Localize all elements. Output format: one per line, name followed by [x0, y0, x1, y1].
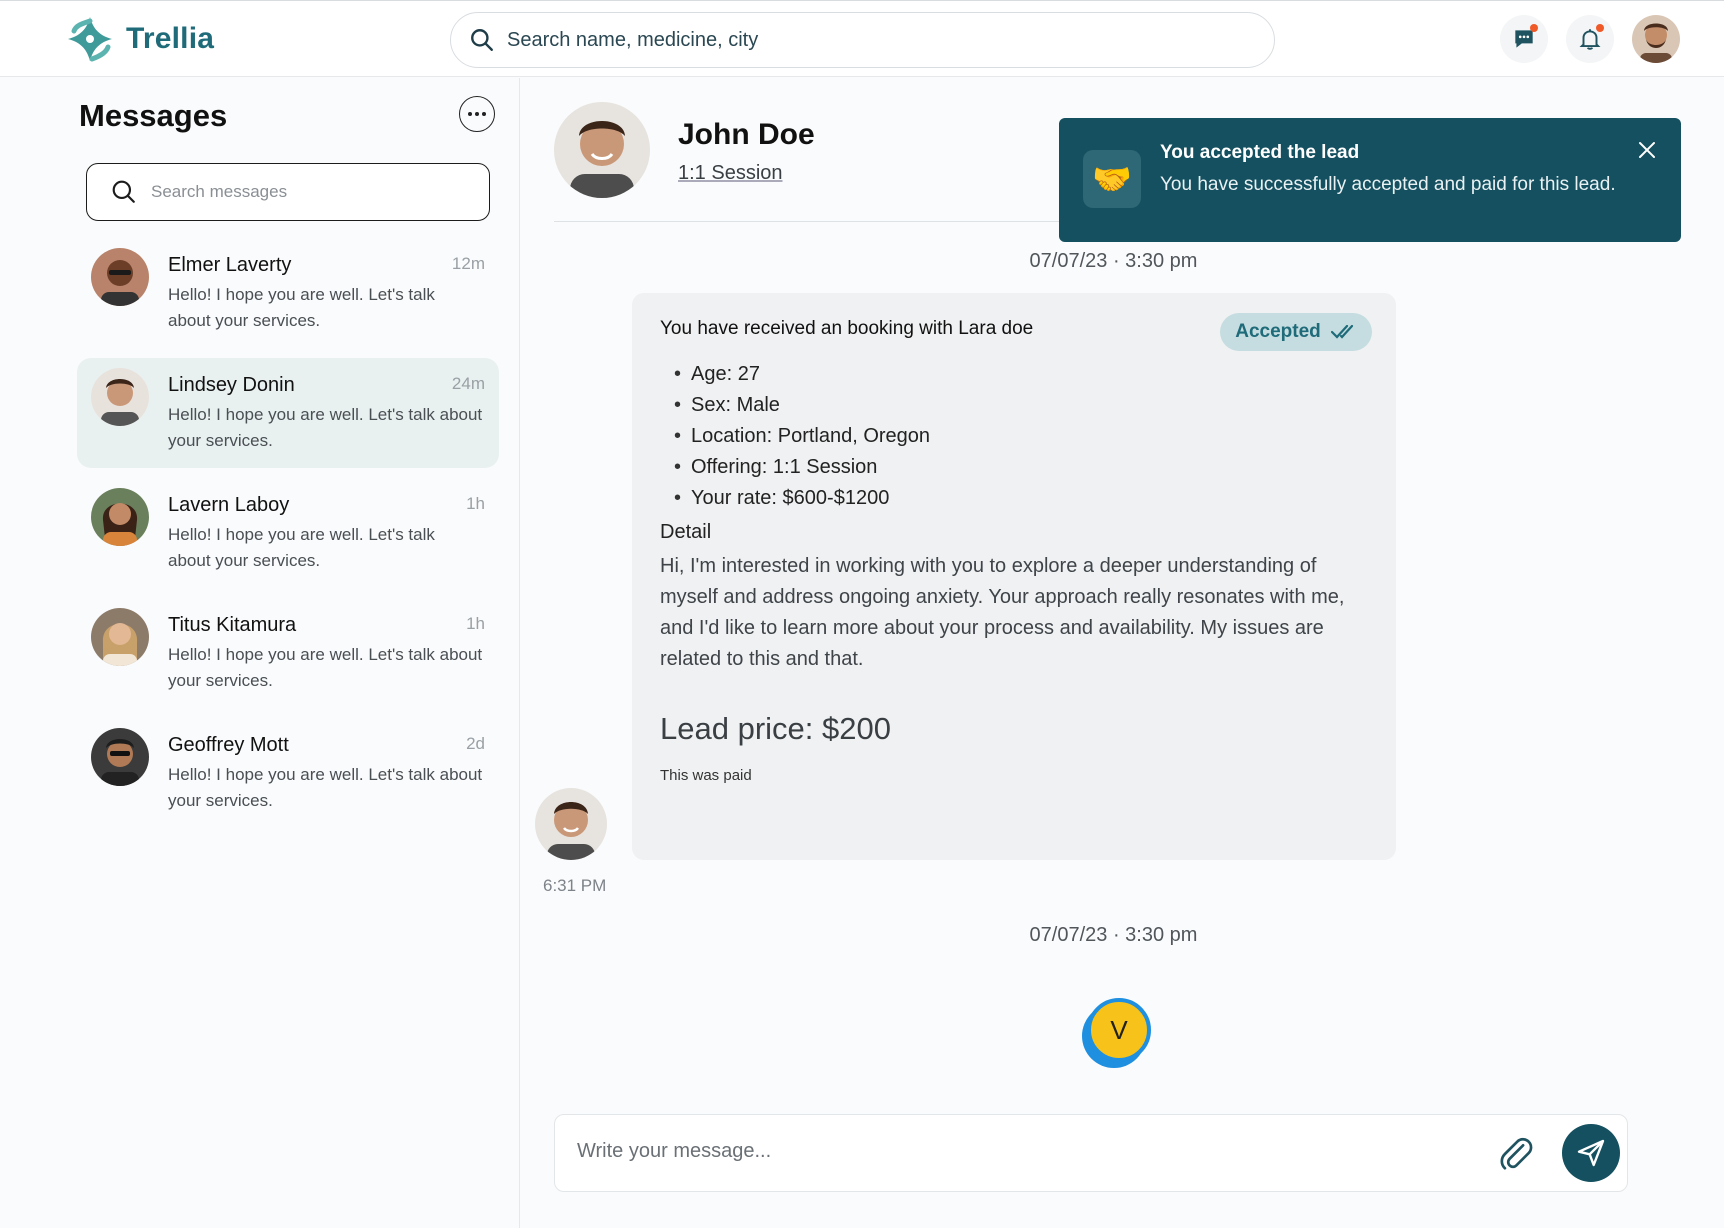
message-time: 1h	[466, 614, 485, 633]
toast-body: You have successfully accepted and paid …	[1160, 174, 1616, 195]
message-preview: Hello! I hope you are well. Let's talk a…	[168, 525, 435, 570]
detail-heading: Detail	[660, 521, 712, 543]
logo-icon	[68, 17, 112, 62]
user-avatar[interactable]	[1632, 15, 1680, 63]
top-bar: Trellia Search name, medicine, city	[0, 0, 1724, 77]
notification-dot	[1596, 24, 1604, 32]
status-label: Accepted	[1235, 321, 1321, 342]
double-check-icon	[1330, 324, 1353, 339]
send-button[interactable]	[1562, 1124, 1620, 1182]
contact-name: Titus Kitamura	[168, 614, 297, 636]
message-preview: Hello! I hope you are well. Let's talk a…	[168, 285, 435, 330]
app-name: Trellia	[126, 22, 215, 55]
search-icon	[471, 29, 493, 51]
detail-location: Location: Portland, Oregon	[674, 421, 930, 452]
lead-price: Lead price: $200	[660, 711, 891, 746]
message-composer[interactable]: Write your message...	[554, 1114, 1628, 1192]
conversation-item[interactable]: Elmer Laverty 12m Hello! I hope you are …	[77, 238, 499, 348]
paperclip-icon[interactable]	[1497, 1135, 1535, 1173]
message-search-input[interactable]: Search messages	[86, 163, 490, 221]
unread-dot	[1530, 24, 1538, 32]
contact-name: Lavern Laboy	[168, 494, 290, 516]
contact-name: Geoffrey Mott	[168, 734, 289, 756]
search-icon	[112, 180, 135, 203]
conversation-item[interactable]: Titus Kitamura 1h Hello! I hope you are …	[77, 598, 499, 708]
conversation-list: Elmer Laverty 12m Hello! I hope you are …	[77, 238, 499, 838]
chat-panel: John Doe 1:1 Session 07/07/23 · 3:30 pm …	[521, 78, 1724, 1228]
message-preview: Hello! I hope you are well. Let's talk a…	[168, 765, 483, 810]
contact-avatar	[91, 488, 149, 546]
booking-card: You have received an booking with Lara d…	[632, 293, 1396, 860]
contact-avatar	[91, 248, 149, 306]
conversations-sidebar: Messages Search messages Elmer Laverty 1…	[0, 78, 520, 1228]
app-logo[interactable]: Trellia	[66, 15, 214, 63]
message-time: 24m	[451, 374, 485, 393]
send-icon	[1577, 1139, 1605, 1167]
booking-title: You have received an booking with Lara d…	[660, 318, 1034, 339]
date-separator: 07/07/23 · 3:30 pm	[1029, 924, 1198, 946]
messages-title: Messages	[79, 98, 228, 133]
paid-note: This was paid	[660, 767, 752, 784]
message-time: 1h	[466, 494, 485, 513]
message-time: 2d	[466, 734, 485, 753]
message-input-placeholder: Write your message...	[577, 1140, 772, 1162]
more-options-button[interactable]	[459, 96, 495, 132]
contact-name: Lindsey Donin	[168, 374, 295, 396]
message-preview: Hello! I hope you are well. Let's talk a…	[168, 405, 483, 450]
message-search-placeholder: Search messages	[151, 182, 288, 201]
conversation-item-active[interactable]: Lindsey Donin 24m Hello! I hope you are …	[77, 358, 499, 468]
contact-avatar	[91, 728, 149, 786]
header-divider	[554, 221, 1094, 222]
message-time: 12m	[451, 254, 485, 273]
message-timestamp: 6:31 PM	[543, 876, 607, 895]
toast-title: You accepted the lead	[1160, 142, 1360, 163]
detail-offering: Offering: 1:1 Session	[674, 452, 930, 483]
detail-age: Age: 27	[674, 359, 930, 390]
detail-sex: Sex: Male	[674, 390, 930, 421]
messages-button[interactable]	[1500, 15, 1548, 63]
global-search-placeholder: Search name, medicine, city	[507, 28, 759, 51]
detail-rate: Your rate: $600-$1200	[674, 483, 930, 514]
conversation-item[interactable]: Lavern Laboy 1h Hello! I hope you are we…	[77, 478, 499, 588]
chat-contact-avatar[interactable]	[554, 102, 650, 198]
contact-avatar	[91, 608, 149, 666]
booking-details-list: Age: 27 Sex: Male Location: Portland, Or…	[674, 359, 930, 514]
detail-text: Hi, I'm interested in working with you t…	[660, 555, 1345, 670]
chat-contact-name: John Doe	[678, 118, 815, 151]
notifications-button[interactable]	[1566, 15, 1614, 63]
conversation-item[interactable]: Geoffrey Mott 2d Hello! I hope you are w…	[77, 718, 499, 828]
contact-avatar	[91, 368, 149, 426]
lead-accepted-toast: 🤝 You accepted the lead You have success…	[1059, 118, 1681, 242]
sender-avatar	[535, 788, 607, 860]
date-separator: 07/07/23 · 3:30 pm	[1029, 250, 1198, 272]
typing-avatar: V	[1087, 998, 1151, 1062]
close-icon[interactable]	[1637, 140, 1657, 160]
handshake-icon: 🤝	[1083, 150, 1141, 208]
global-search-input[interactable]: Search name, medicine, city	[450, 12, 1275, 68]
message-preview: Hello! I hope you are well. Let's talk a…	[168, 645, 483, 690]
contact-name: Elmer Laverty	[168, 254, 292, 276]
accepted-status-badge: Accepted	[1220, 313, 1372, 351]
chat-session-link[interactable]: 1:1 Session	[678, 162, 783, 185]
